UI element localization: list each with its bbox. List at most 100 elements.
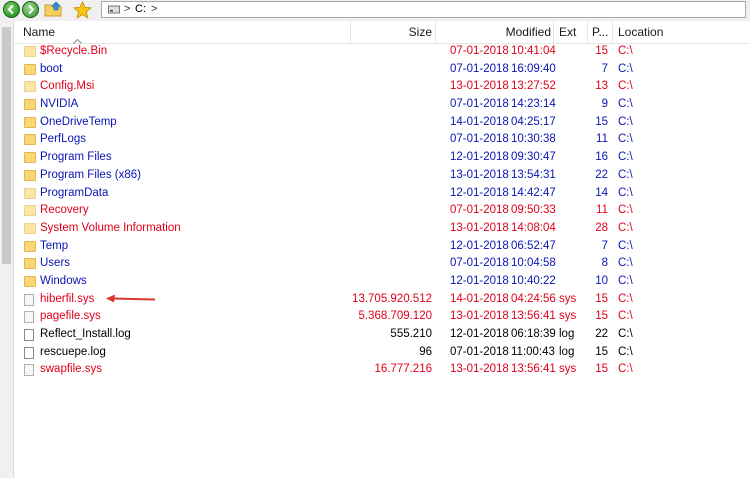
annotation-arrow [106,294,156,303]
modified-date: 07-01-2018 [450,204,509,217]
column-size[interactable]: Size [352,21,432,43]
modified-date: 12-01-2018 [450,186,509,199]
modified-time: 04:25:17 [511,115,556,128]
file-location: C:\ [618,98,633,111]
forward-icon[interactable] [22,1,39,18]
file-name: Program Files [40,151,112,164]
file-p: 7 [601,62,608,75]
vertical-scrollbar[interactable] [0,21,14,478]
table-row[interactable]: PerfLogs 07-01-2018 10:30:38 11 C:\ [14,131,750,149]
file-p: 11 [596,133,608,146]
drive-icon [108,5,120,17]
folder-icon [24,99,36,111]
table-row[interactable]: swapfile.sys 16.777.216 13-01-2018 13:56:41… [14,361,750,379]
column-ext[interactable]: Ext [559,21,587,43]
table-row[interactable]: OneDriveTemp 14-01-2018 04:25:17 15 C:\ [14,114,750,132]
file-location: C:\ [618,328,633,340]
breadcrumb-drive-c[interactable]: C: [135,3,146,15]
favorites-star-icon[interactable] [73,0,92,22]
modified-date: 07-01-2018 [450,133,509,146]
file-name: hiberfil.sys [40,292,95,305]
table-row[interactable]: Config.Msi 13-01-2018 13:27:52 13 C:\ [14,78,750,96]
file-location: C:\ [618,310,633,323]
file-icon [24,293,34,306]
file-name: Windows [40,274,87,287]
modified-date: 07-01-2018 [450,62,509,75]
file-location: C:\ [618,345,633,358]
modified-date: 07-01-2018 [450,345,509,358]
file-manager-window: > C: > Name Size Modified Ext P... Locat… [0,0,750,478]
table-row[interactable]: $Recycle.Bin 07-01-2018 10:41:04 15 C:\ [14,43,750,61]
back-icon[interactable] [3,1,20,18]
modified-date: 13-01-2018 [450,168,509,181]
up-folder-icon[interactable] [44,1,64,21]
table-row[interactable]: Recovery 07-01-2018 09:50:33 11 C:\ [14,202,750,220]
modified-time: 13:56:41 [511,363,556,376]
folder-icon [24,152,36,164]
file-name: NVIDIA [40,98,79,111]
modified-date: 12-01-2018 [450,274,509,287]
table-row[interactable]: Users 07-01-2018 10:04:58 8 C:\ [14,255,750,273]
modified-date: 13-01-2018 [450,310,509,323]
modified-date: 13-01-2018 [450,221,509,234]
file-location: C:\ [618,115,633,128]
file-ext: log [559,328,575,340]
address-bar[interactable]: > C: > [101,1,746,18]
file-p: 22 [595,328,608,340]
table-row[interactable]: Program Files 12-01-2018 09:30:47 16 C:\ [14,149,750,167]
table-row[interactable]: boot 07-01-2018 16:09:40 7 C:\ [14,61,750,79]
file-icon [24,311,34,324]
file-p: 22 [595,168,608,181]
modified-time: 06:52:47 [511,239,556,252]
modified-time: 14:42:47 [511,186,556,199]
scrollbar-thumb[interactable] [2,27,11,264]
table-row[interactable]: NVIDIA 07-01-2018 14:23:14 9 C:\ [14,96,750,114]
file-size: 5.368.709.120 [358,310,432,323]
modified-date: 14-01-2018 [450,115,509,128]
table-row[interactable]: ProgramData 12-01-2018 14:42:47 14 C:\ [14,185,750,203]
file-location: C:\ [618,45,633,57]
file-p: 15 [595,292,608,305]
file-name: OneDriveTemp [40,115,117,128]
file-p: 15 [595,363,608,376]
modified-time: 10:04:58 [511,257,556,270]
file-ext: sys [559,363,577,376]
modified-date: 07-01-2018 [450,45,509,57]
file-ext: log [559,345,575,358]
column-location[interactable]: Location [618,21,738,43]
modified-time: 04:24:56 [511,292,556,305]
file-name: $Recycle.Bin [40,45,108,57]
file-size: 16.777.216 [374,363,432,376]
breadcrumb-separator-end[interactable]: > [151,3,157,15]
file-p: 15 [595,345,608,358]
folder-icon [24,169,36,181]
file-size: 555.210 [390,328,432,340]
file-name: Recovery [40,204,89,217]
table-row[interactable]: Program Files (x86) 13-01-2018 13:54:31 22 C… [14,167,750,185]
table-row[interactable]: Reflect_Install.log 555.210 12-01-2018 06:1… [14,326,750,344]
column-name[interactable]: Name [23,21,343,44]
table-row[interactable]: rescuepe.log 96 07-01-2018 11:00:43 log 15 C:\ [14,344,750,362]
modified-date: 14-01-2018 [450,292,509,305]
folder-icon [24,134,36,146]
file-location: C:\ [618,292,633,305]
file-p: 8 [601,257,608,270]
folder-icon [24,63,36,75]
column-modified[interactable]: Modified [437,21,551,43]
file-location: C:\ [618,151,633,164]
column-p[interactable]: P... [592,21,614,43]
modified-time: 14:08:04 [511,221,556,234]
file-name: System Volume Information [40,221,181,234]
table-row[interactable]: System Volume Information 13-01-2018 14:08… [14,220,750,238]
modified-time: 16:09:40 [511,62,556,75]
file-location: C:\ [618,204,633,217]
file-size: 96 [419,345,432,358]
modified-time: 13:54:31 [511,168,556,181]
file-icon [24,329,34,341]
table-row[interactable]: pagefile.sys 5.368.709.120 13-01-2018 13:56… [14,308,750,326]
table-row[interactable]: Windows 12-01-2018 10:40:22 10 C:\ [14,273,750,291]
file-name: Reflect_Install.log [40,328,131,340]
folder-icon [24,187,36,199]
table-row[interactable]: Temp 12-01-2018 06:52:47 7 C:\ [14,238,750,256]
file-name: ProgramData [40,186,109,199]
